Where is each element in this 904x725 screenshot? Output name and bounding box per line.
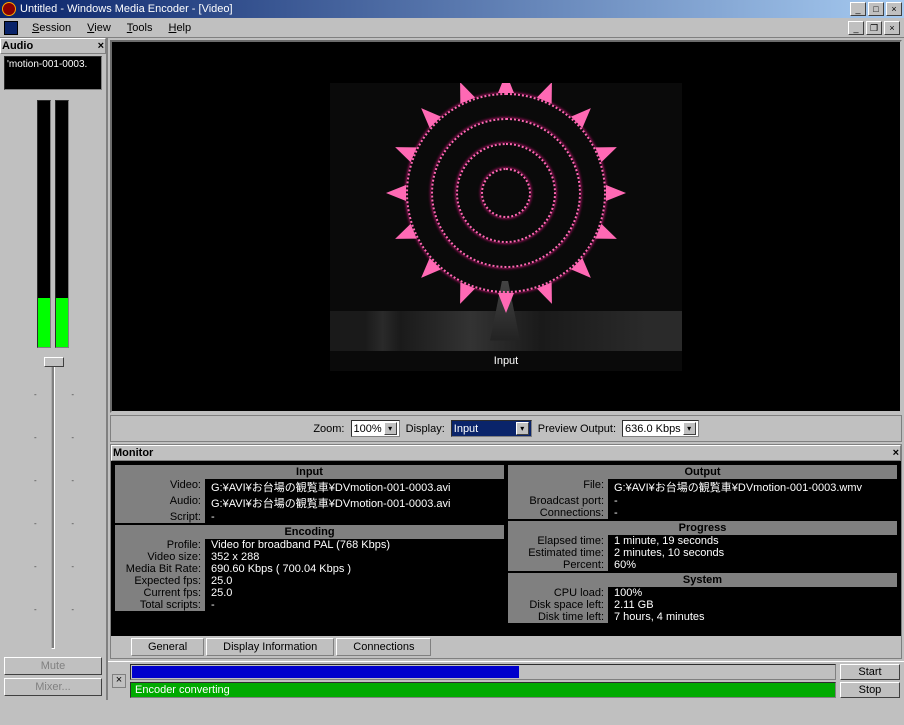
volume-slider[interactable]: -- -- -- -- -- -- — [0, 356, 106, 653]
minimize-button[interactable]: _ — [850, 2, 866, 16]
meter-right — [55, 100, 69, 348]
input-header: Input — [115, 465, 504, 479]
status-close-icon[interactable]: × — [112, 674, 126, 688]
mdi-restore[interactable]: ❐ — [866, 21, 882, 35]
encoding-profile: Video for broadband PAL (768 Kbps) — [205, 539, 504, 551]
encoding-header: Encoding — [115, 525, 504, 539]
zoom-select[interactable]: 100%▾ — [351, 420, 400, 437]
monitor-title: Monitor — [113, 447, 153, 459]
progress-bar — [130, 664, 836, 680]
mixer-button[interactable]: Mixer... — [4, 678, 102, 696]
start-button[interactable]: Start — [840, 664, 900, 680]
audio-close-icon[interactable]: × — [98, 40, 104, 52]
monitor-tabs: General Display Information Connections — [111, 636, 901, 658]
video-overlay-label: Input — [330, 355, 682, 367]
chevron-down-icon[interactable]: ▾ — [384, 422, 397, 435]
video-preview: Input — [110, 40, 902, 413]
mute-button[interactable]: Mute — [4, 657, 102, 675]
menu-tools[interactable]: Tools — [119, 22, 161, 34]
menubar: Session View Tools Help _ ❐ × — [0, 18, 904, 38]
menu-view[interactable]: View — [79, 22, 119, 34]
slider-thumb[interactable] — [44, 357, 64, 367]
mdi-minimize[interactable]: _ — [848, 21, 864, 35]
mdi-icon[interactable] — [4, 21, 18, 35]
window-title: Untitled - Windows Media Encoder - [Vide… — [20, 3, 850, 15]
status-text: Encoder converting — [130, 682, 836, 698]
display-label: Display: — [406, 423, 445, 435]
output-header: Output — [508, 465, 897, 479]
audio-source[interactable]: 'motion-001-0003. — [4, 56, 102, 90]
input-audio: G:¥AVI¥お台場の観覧車¥DVmotion-001-0003.avi — [205, 495, 504, 511]
audio-panel: Audio × 'motion-001-0003. -- -- -- -- --… — [0, 38, 108, 700]
mdi-close[interactable]: × — [884, 21, 900, 35]
progress-header: Progress — [508, 521, 897, 535]
display-select[interactable]: Input▾ — [451, 420, 532, 437]
menu-help[interactable]: Help — [160, 22, 199, 34]
app-icon — [2, 2, 16, 16]
bottom-bar: × Encoder converting Start Stop — [108, 661, 904, 700]
meter-left — [37, 100, 51, 348]
zoom-label: Zoom: — [313, 423, 344, 435]
zoom-toolbar: Zoom: 100%▾ Display: Input▾ Preview Outp… — [110, 415, 902, 442]
progress-percent: 60% — [608, 559, 897, 571]
audio-panel-header: Audio × — [0, 38, 106, 54]
tab-connections[interactable]: Connections — [336, 638, 431, 656]
menu-session[interactable]: Session — [24, 22, 79, 34]
titlebar[interactable]: Untitled - Windows Media Encoder - [Vide… — [0, 0, 904, 18]
audio-title: Audio — [2, 40, 33, 52]
video-frame: Input — [330, 83, 682, 371]
preview-label: Preview Output: — [538, 423, 616, 435]
maximize-button[interactable]: □ — [868, 2, 884, 16]
tab-display-info[interactable]: Display Information — [206, 638, 334, 656]
chevron-down-icon[interactable]: ▾ — [683, 422, 696, 435]
input-video: G:¥AVI¥お台場の観覧車¥DVmotion-001-0003.avi — [205, 479, 504, 495]
output-file: G:¥AVI¥お台場の観覧車¥DVmotion-001-0003.wmv — [608, 479, 897, 495]
close-button[interactable]: × — [886, 2, 902, 16]
monitor-panel: Monitor× Input Video:G:¥AVI¥お台場の観覧車¥DVmo… — [110, 444, 902, 659]
audio-meters — [4, 94, 102, 354]
system-header: System — [508, 573, 897, 587]
monitor-close-icon[interactable]: × — [893, 447, 899, 459]
stop-button[interactable]: Stop — [840, 682, 900, 698]
chevron-down-icon[interactable]: ▾ — [516, 422, 529, 435]
tab-general[interactable]: General — [131, 638, 204, 656]
preview-select[interactable]: 636.0 Kbps▾ — [622, 420, 699, 437]
